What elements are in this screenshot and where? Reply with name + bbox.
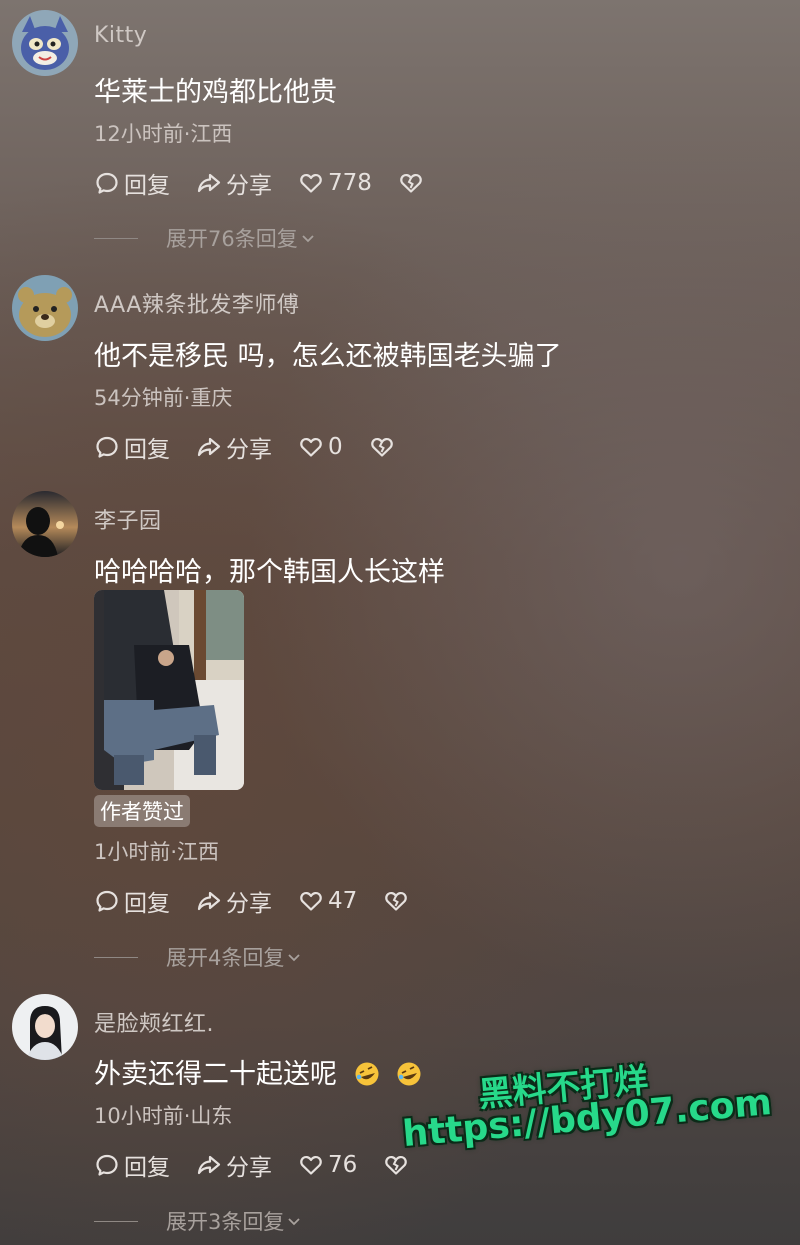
reply-button[interactable]: 回复 xyxy=(94,1148,170,1182)
avatar[interactable] xyxy=(12,994,78,1060)
cat-avatar-icon xyxy=(12,10,78,76)
chevron-down-icon xyxy=(286,949,302,965)
comment-actions: 回复 分享 778 xyxy=(94,166,454,200)
username[interactable]: AAA辣条批发李师傅 xyxy=(94,287,299,319)
comment-bubble-icon xyxy=(94,170,120,196)
like-count: 778 xyxy=(328,170,372,196)
expand-replies-label: 展开76条回复 xyxy=(166,227,298,251)
share-icon xyxy=(196,170,222,196)
like-count: 0 xyxy=(328,434,343,460)
share-button[interactable]: 分享 xyxy=(196,430,272,464)
heart-icon xyxy=(298,434,324,460)
heart-icon xyxy=(298,170,324,196)
comment-image[interactable] xyxy=(94,590,244,790)
reply-label: 回复 xyxy=(124,891,170,917)
comment-item: AAA辣条批发李师傅 他不是移民 吗，怎么还被韩国老头骗了 54分钟前·重庆 回… xyxy=(0,270,800,470)
comment-bubble-icon xyxy=(94,434,120,460)
dislike-button[interactable] xyxy=(398,170,428,196)
username[interactable]: Kitty xyxy=(94,23,147,48)
like-count: 76 xyxy=(328,1152,358,1178)
share-label: 分享 xyxy=(226,173,272,199)
photo-man-with-backpack-icon xyxy=(94,590,244,790)
comment-meta: 54分钟前·重庆 xyxy=(94,386,233,410)
expand-replies-button[interactable]: 展开3条回复 xyxy=(94,1206,302,1236)
dislike-button[interactable] xyxy=(369,434,399,460)
broken-heart-icon xyxy=(383,1152,409,1178)
comment-text: 外卖还得二十起送呢 xyxy=(94,1052,422,1091)
share-label: 分享 xyxy=(226,1155,272,1181)
comment-item: Kitty 华莱士的鸡都比他贵 12小时前·江西 回复 分享 778 展开76条… xyxy=(0,0,800,260)
reply-button[interactable]: 回复 xyxy=(94,430,170,464)
broken-heart-icon xyxy=(398,170,424,196)
share-icon xyxy=(196,434,222,460)
expand-replies-label: 展开3条回复 xyxy=(166,1210,285,1234)
bear-avatar-icon xyxy=(12,275,78,341)
girl-portrait-avatar-icon xyxy=(12,994,78,1060)
reply-label: 回复 xyxy=(124,437,170,463)
comment-text-content: 外卖还得二十起送呢 xyxy=(94,1059,337,1090)
reply-button[interactable]: 回复 xyxy=(94,884,170,918)
comment-bubble-icon xyxy=(94,888,120,914)
avatar[interactable] xyxy=(12,491,78,557)
comment-actions: 回复 分享 76 xyxy=(94,1148,439,1182)
username[interactable]: 是脸颊红红. xyxy=(94,1006,214,1038)
broken-heart-icon xyxy=(383,888,409,914)
username[interactable]: 李子园 xyxy=(94,503,162,535)
avatar[interactable] xyxy=(12,10,78,76)
avatar[interactable] xyxy=(12,275,78,341)
comment-text: 他不是移民 吗，怎么还被韩国老头骗了 xyxy=(94,341,562,372)
divider-line xyxy=(94,237,138,239)
chevron-down-icon xyxy=(300,230,316,246)
reply-button[interactable]: 回复 xyxy=(94,166,170,200)
comment-text: 哈哈哈哈，那个韩国人长这样 xyxy=(94,557,445,588)
share-label: 分享 xyxy=(226,437,272,463)
divider-line xyxy=(94,956,138,958)
broken-heart-icon xyxy=(369,434,395,460)
divider-line xyxy=(94,1220,138,1222)
heart-icon xyxy=(298,888,324,914)
like-button[interactable]: 47 xyxy=(298,888,357,914)
share-label: 分享 xyxy=(226,891,272,917)
like-count: 47 xyxy=(328,888,358,914)
share-icon xyxy=(196,888,222,914)
share-icon xyxy=(196,1152,222,1178)
comment-actions: 回复 分享 0 xyxy=(94,430,425,464)
rolling-laughing-emoji-icon xyxy=(355,1062,379,1086)
comment-text: 华莱士的鸡都比他贵 xyxy=(94,77,337,108)
comment-meta: 12小时前·江西 xyxy=(94,122,233,146)
share-button[interactable]: 分享 xyxy=(196,884,272,918)
share-button[interactable]: 分享 xyxy=(196,1148,272,1182)
like-button[interactable]: 76 xyxy=(298,1152,357,1178)
expand-replies-label: 展开4条回复 xyxy=(166,946,285,970)
reply-label: 回复 xyxy=(124,173,170,199)
author-liked-badge: 作者赞过 xyxy=(94,795,190,827)
heart-icon xyxy=(298,1152,324,1178)
reply-label: 回复 xyxy=(124,1155,170,1181)
like-button[interactable]: 0 xyxy=(298,434,343,460)
expand-replies-button[interactable]: 展开76条回复 xyxy=(94,223,316,253)
share-button[interactable]: 分享 xyxy=(196,166,272,200)
comment-item: 李子园 哈哈哈哈，那个韩国人长这样 作者赞过 1小时前·江西 回复 分享 47 … xyxy=(0,488,800,978)
comment-bubble-icon xyxy=(94,1152,120,1178)
rolling-laughing-emoji-icon xyxy=(397,1062,421,1086)
sunset-silhouette-avatar-icon xyxy=(12,491,78,557)
dislike-button[interactable] xyxy=(383,1152,413,1178)
like-button[interactable]: 778 xyxy=(298,170,372,196)
expand-replies-button[interactable]: 展开4条回复 xyxy=(94,942,302,972)
dislike-button[interactable] xyxy=(383,888,413,914)
comment-meta: 10小时前·山东 xyxy=(94,1104,233,1128)
chevron-down-icon xyxy=(286,1213,302,1229)
comment-actions: 回复 分享 47 xyxy=(94,884,439,918)
comment-meta: 1小时前·江西 xyxy=(94,840,220,864)
